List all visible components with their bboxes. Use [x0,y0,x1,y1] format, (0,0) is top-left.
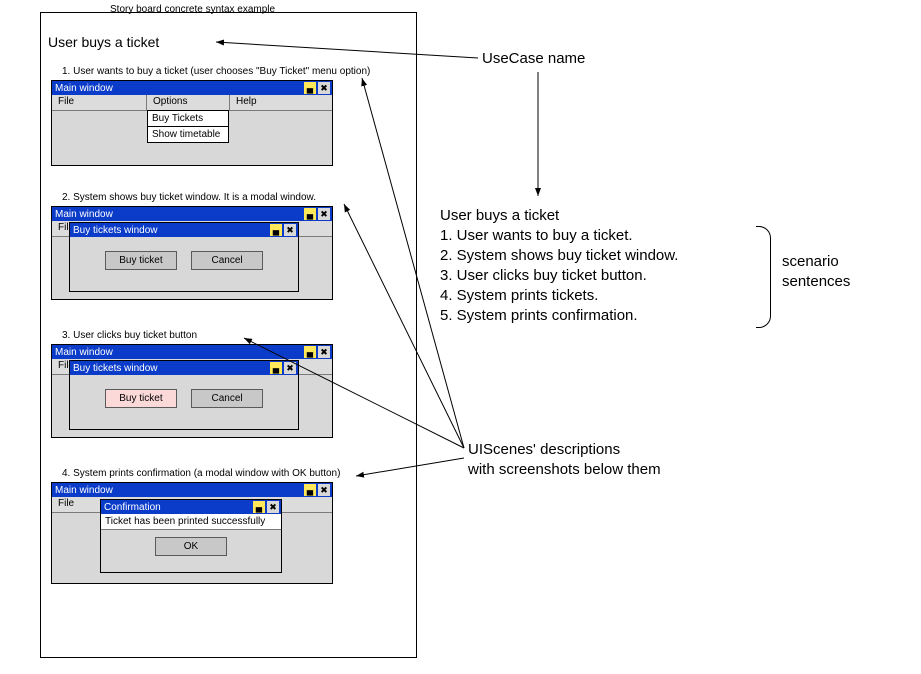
ok-button[interactable]: OK [155,537,227,556]
step4-win-title: Main window [55,485,113,496]
step4-dialog-title: Confirmation [104,502,161,513]
step2-win-title: Main window [55,209,113,220]
dropdown-show-timetable[interactable]: Show timetable [148,127,228,142]
step2-dialog: Buy tickets window ▄ ✖ Buy ticket Cancel [69,222,299,292]
step4-titlebar: Main window ▄ ✖ [52,483,332,497]
buy-ticket-button[interactable]: Buy ticket [105,251,177,270]
minimize-icon[interactable]: ▄ [253,501,265,513]
step1-titlebar: Main window ▄ ✖ [52,81,332,95]
step1-label: 1. User wants to buy a ticket (user choo… [62,66,370,77]
options-dropdown: Buy Tickets Show timetable [147,110,229,143]
step2-dialog-title: Buy tickets window [73,225,157,236]
scenario-line-2: 2. System shows buy ticket window. [440,246,678,266]
close-icon[interactable]: ✖ [284,362,296,374]
storyboard-title: Story board concrete syntax example [110,4,275,15]
close-icon[interactable]: ✖ [267,501,279,513]
dialog-titlebar: Buy tickets window ▄ ✖ [70,223,298,237]
step3-win-title: Main window [55,347,113,358]
close-icon[interactable]: ✖ [284,224,296,236]
menu-file[interactable]: File [52,497,104,512]
menu-options[interactable]: Options [147,95,230,110]
scenario-bracket-label: scenario sentences [782,252,850,292]
dialog-titlebar: Confirmation ▄ ✖ [101,500,281,514]
uiscenes-annotation: UIScenes' descriptions with screenshots … [468,440,661,480]
scenario-line-5: 5. System prints confirmation. [440,306,678,326]
bracket-icon [756,226,771,328]
step3-dialog: Buy tickets window ▄ ✖ Buy ticket Cancel [69,360,299,430]
close-icon[interactable]: ✖ [318,484,330,496]
scenario-heading: User buys a ticket [440,206,678,226]
step4-label: 4. System prints confirmation (a modal w… [62,468,340,479]
minimize-icon[interactable]: ▄ [304,484,316,496]
minimize-icon[interactable]: ▄ [304,82,316,94]
menubar: File Options Help [52,95,332,111]
close-icon[interactable]: ✖ [318,346,330,358]
step3-titlebar: Main window ▄ ✖ [52,345,332,359]
usecase-name-annotation: UseCase name [482,50,585,67]
close-icon[interactable]: ✖ [318,208,330,220]
step3-dialog-title: Buy tickets window [73,363,157,374]
minimize-icon[interactable]: ▄ [270,362,282,374]
cancel-button[interactable]: Cancel [191,389,263,408]
minimize-icon[interactable]: ▄ [270,224,282,236]
close-icon[interactable]: ✖ [318,82,330,94]
step4-dialog: Confirmation ▄ ✖ Ticket has been printed… [100,499,282,573]
scenario-line-4: 4. System prints tickets. [440,286,678,306]
confirmation-message: Ticket has been printed successfully [101,514,281,530]
step3-label: 3. User clicks buy ticket button [62,330,197,341]
menu-help[interactable]: Help [230,95,282,110]
scenario-line-1: 1. User wants to buy a ticket. [440,226,678,246]
scenario-block: User buys a ticket 1. User wants to buy … [440,206,678,326]
dialog-titlebar: Buy tickets window ▄ ✖ [70,361,298,375]
step2-label: 2. System shows buy ticket window. It is… [62,192,316,203]
dropdown-buy-tickets[interactable]: Buy Tickets [148,111,228,127]
step1-win-title: Main window [55,83,113,94]
minimize-icon[interactable]: ▄ [304,208,316,220]
cancel-button[interactable]: Cancel [191,251,263,270]
step2-titlebar: Main window ▄ ✖ [52,207,332,221]
usecase-name: User buys a ticket [48,34,159,50]
scenario-line-3: 3. User clicks buy ticket button. [440,266,678,286]
minimize-icon[interactable]: ▄ [304,346,316,358]
buy-ticket-button-pressed[interactable]: Buy ticket [105,389,177,408]
menu-file[interactable]: File [52,95,147,110]
